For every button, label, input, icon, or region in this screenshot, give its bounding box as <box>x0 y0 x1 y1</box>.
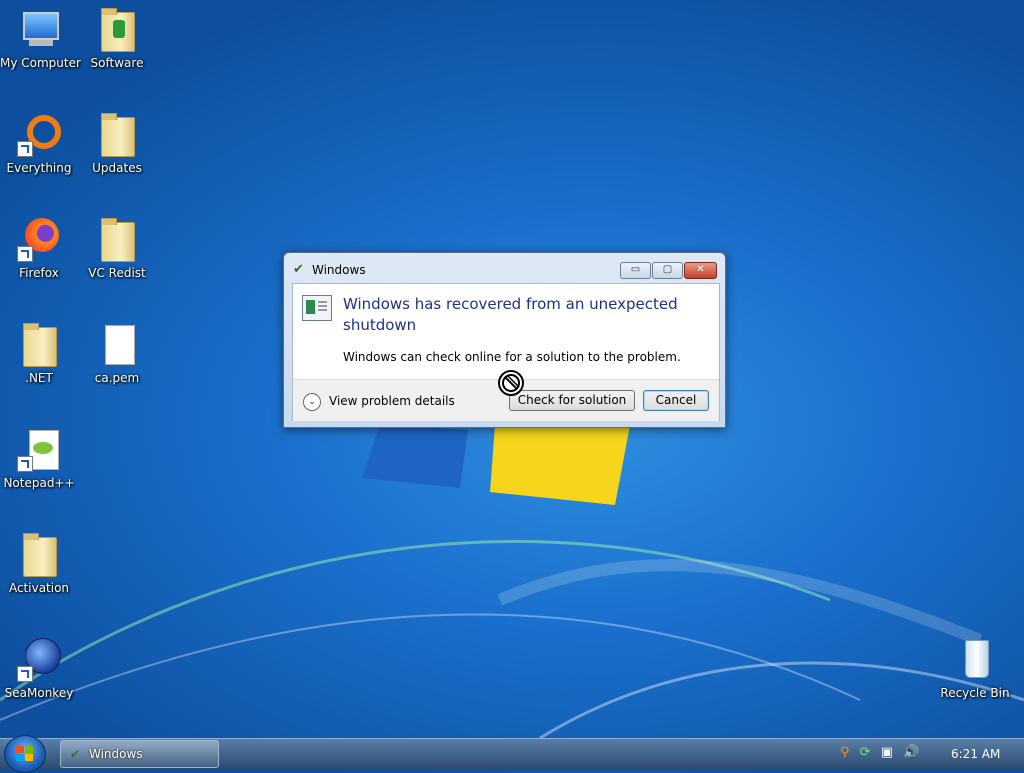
minimize-button[interactable]: ▭ <box>620 262 651 279</box>
file-icon <box>93 321 141 369</box>
firefox-icon <box>15 216 63 264</box>
recovery-dialog: ✔ Windows ▭ ▢ ✕ Windows has recovered fr… <box>283 252 726 428</box>
everything-icon <box>15 111 63 159</box>
taskbar-clock[interactable]: 6:21 AM <box>951 747 1000 761</box>
windows-check-icon: ✔ <box>70 747 81 761</box>
busy-cursor-icon <box>498 370 524 396</box>
close-button[interactable]: ✕ <box>684 262 717 279</box>
icon-label: Firefox <box>19 266 59 280</box>
windows-logo-icon <box>16 746 33 761</box>
dialog-title: Windows <box>312 263 366 277</box>
desktop-icon-activation[interactable]: Activation <box>0 531 78 595</box>
desktop-icon-ca-pem[interactable]: ca.pem <box>78 321 156 385</box>
icon-label: VC Redist <box>88 266 146 280</box>
icon-label: .NET <box>25 371 53 385</box>
folder-icon <box>93 111 141 159</box>
notepad-plus-plus-icon <box>15 426 63 474</box>
icon-label: Activation <box>8 581 70 595</box>
maximize-button[interactable]: ▢ <box>652 262 683 279</box>
icon-label: Notepad++ <box>3 476 75 490</box>
desktop-icon-software[interactable]: Software <box>78 6 156 70</box>
icon-label: Recycle Bin <box>940 686 1010 700</box>
volume-tray-icon[interactable]: 🔊 <box>903 745 919 760</box>
desktop-icon-dotnet[interactable]: .NET <box>0 321 78 385</box>
desktop-icon-notepad-plus-plus[interactable]: Notepad++ <box>0 426 78 490</box>
computer-icon <box>15 6 63 54</box>
view-problem-details-link[interactable]: View problem details <box>329 394 455 408</box>
folder-icon <box>93 6 141 54</box>
search-tray-icon[interactable]: ⚲ <box>840 745 850 760</box>
shortcut-arrow-icon <box>17 456 33 472</box>
recycle-bin-icon <box>951 636 999 684</box>
desktop-icon-vc-redist[interactable]: VC Redist <box>78 216 156 280</box>
icon-label: My Computer <box>0 56 81 70</box>
icon-label: ca.pem <box>94 371 140 385</box>
taskbar-window-button[interactable]: ✔ Windows <box>60 740 219 768</box>
dialog-titlebar[interactable]: ✔ Windows ▭ ▢ ✕ <box>284 253 725 283</box>
windows-check-icon: ✔ <box>293 262 304 277</box>
system-tray: ⚲ ⟳ ▣ 🔊 <box>840 745 925 760</box>
dialog-message: Windows can check online for a solution … <box>343 350 681 364</box>
taskbar: ✔ Windows ⚲ ⟳ ▣ 🔊 6:21 AM <box>0 735 1024 773</box>
icon-label: Software <box>90 56 144 70</box>
update-tray-icon[interactable]: ⟳ <box>860 745 871 760</box>
icon-label: Updates <box>92 161 142 175</box>
shortcut-arrow-icon <box>17 666 33 682</box>
network-tray-icon[interactable]: ▣ <box>881 745 893 760</box>
problem-report-icon <box>302 295 332 321</box>
folder-icon <box>15 531 63 579</box>
check-for-solution-button[interactable]: Check for solution <box>509 390 635 411</box>
desktop-icon-everything[interactable]: Everything <box>0 111 78 175</box>
seamonkey-icon <box>15 636 63 684</box>
shortcut-arrow-icon <box>17 141 33 157</box>
folder-icon <box>15 321 63 369</box>
dialog-content: Windows has recovered from an unexpected… <box>292 283 720 421</box>
folder-icon <box>93 216 141 264</box>
cancel-button[interactable]: Cancel <box>643 390 709 411</box>
icon-label: Everything <box>6 161 72 175</box>
taskbar-window-label: Windows <box>89 747 143 761</box>
shortcut-arrow-icon <box>17 246 33 262</box>
start-button[interactable] <box>4 735 46 773</box>
desktop-icon-firefox[interactable]: Firefox <box>0 216 78 280</box>
desktop-icon-seamonkey[interactable]: SeaMonkey <box>0 636 78 700</box>
desktop-icon-updates[interactable]: Updates <box>78 111 156 175</box>
icon-label: SeaMonkey <box>4 686 74 700</box>
desktop-icon-recycle-bin[interactable]: Recycle Bin <box>936 636 1014 700</box>
dialog-headline: Windows has recovered from an unexpected… <box>343 295 678 334</box>
chevron-down-icon[interactable]: ⌄ <box>303 393 321 411</box>
desktop-icon-my-computer[interactable]: My Computer <box>0 6 81 70</box>
